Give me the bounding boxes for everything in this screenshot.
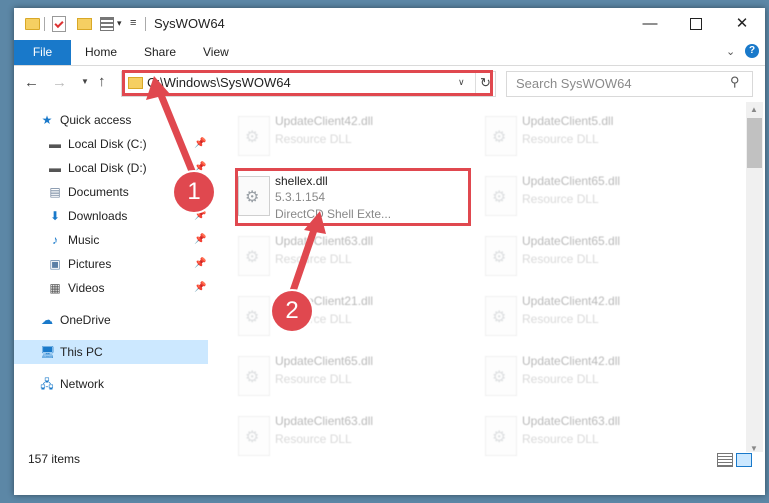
arrow-1: [155, 86, 198, 180]
arrow-2-head: [304, 211, 326, 234]
file-explorer-window: ▾ ≡ SysWOW64 — ✕ File Home Share View ⌄ …: [14, 8, 765, 495]
callout-2: 2: [272, 291, 312, 331]
annotation-arrows: [146, 76, 326, 298]
arrow-2: [288, 220, 320, 298]
arrow-1-head: [146, 76, 170, 100]
callout-1: 1: [174, 172, 214, 212]
